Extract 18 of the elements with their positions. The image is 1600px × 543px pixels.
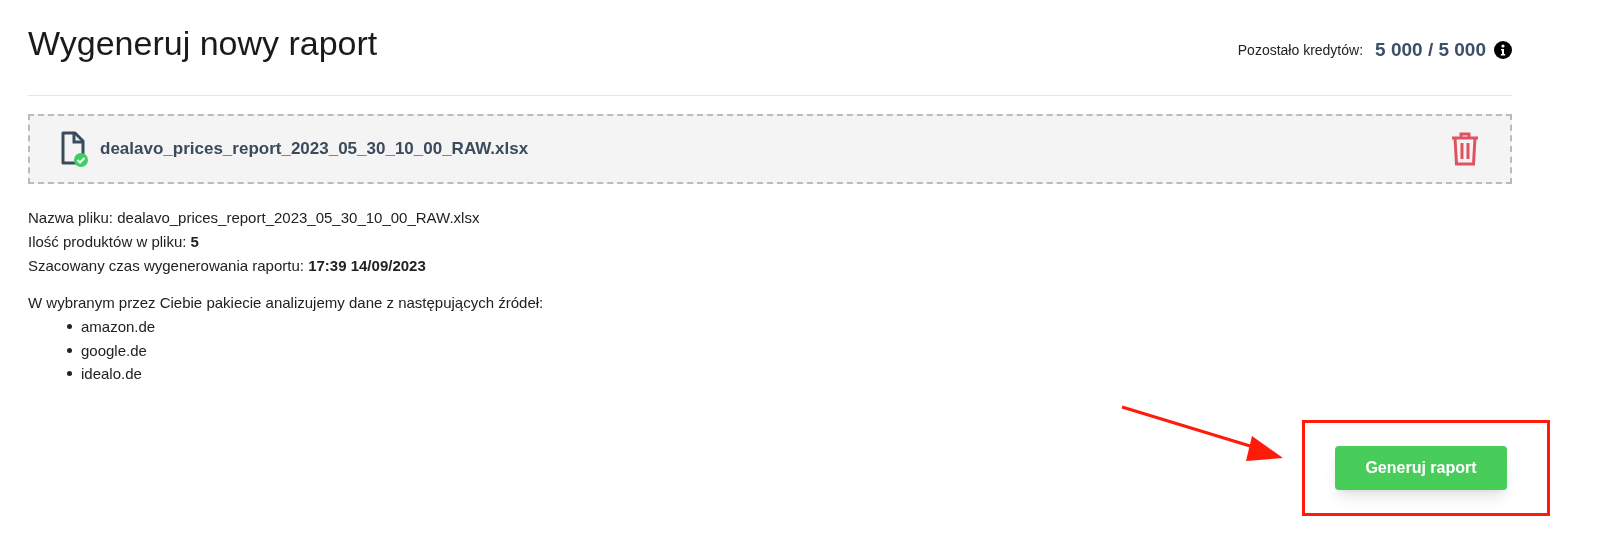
bullet-icon [67,371,72,377]
detail-line: Szacowany czas wygenerowania raportu: 17:39 14/09/2023 [28,256,427,276]
source-item: idealo.de [81,364,142,384]
bullet-icon [67,347,72,353]
credits-value: 5 000 / 5 000 [1375,38,1486,62]
info-icon[interactable] [1494,41,1512,60]
trash-icon[interactable] [1450,132,1480,166]
file-name: dealavo_prices_report_2023_05_30_10_00_RAW.xlsx [100,138,529,161]
sources-intro: W wybranym przez Ciebie pakiecie analizujemy dane z następujących źródeł: [28,293,545,313]
file-check-icon [60,131,88,167]
detail-line: Nazwa pliku: dealavo_prices_report_2023_05_30_10_00_RAW.xlsx [28,208,481,228]
source-item: google.de [81,340,147,361]
bullet-icon [67,324,72,330]
page-title: Wygeneruj nowy raport [28,23,378,64]
credits-label: Pozostało kredytów: [1237,40,1364,60]
detail-line: Ilość produktów w pliku: 5 [28,232,200,252]
generate-report-button[interactable]: Generuj raport [1335,446,1507,490]
source-item: amazon.de [81,317,156,337]
